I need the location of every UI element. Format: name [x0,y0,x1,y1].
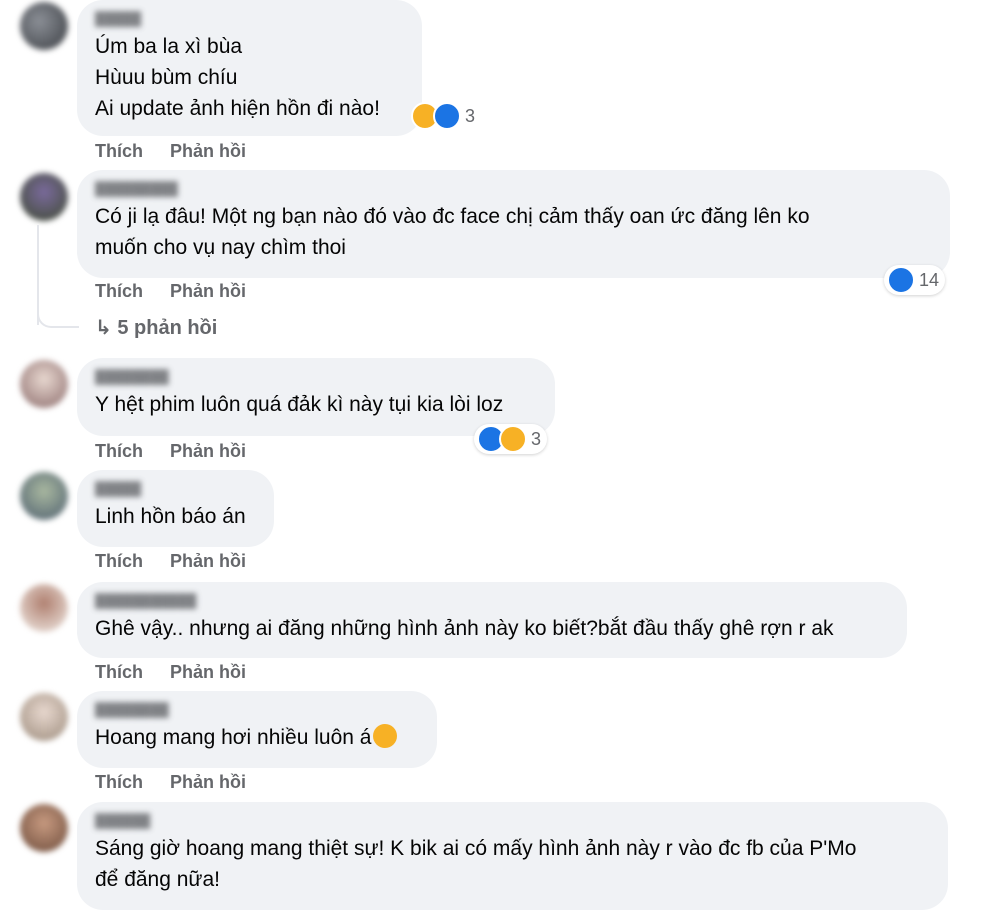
commenter-name[interactable]: ██████ [95,813,930,829]
sad-reaction-icon [499,425,527,453]
comment-bubble: █████ Úm ba la xì bùa Hùuu bùm chíu Ai u… [77,0,422,136]
thread-line-curve [37,290,79,328]
commenter-name[interactable]: █████ [95,11,404,27]
like-reaction-icon [433,102,461,130]
commenter-avatar[interactable] [20,360,68,408]
comment-text: Úm ba la xì bùa Hùuu bùm chíu Ai update … [95,35,380,120]
pleading-face-icon [373,724,398,748]
like-button[interactable]: Thích [95,441,143,461]
commenter-avatar[interactable] [20,693,68,741]
comment-bubble: █████████ Có ji lạ đâu! Một ng bạn nào đ… [77,170,950,278]
comment-text: Sáng giờ hoang mang thiệt sự! K bik ai c… [95,837,857,891]
reply-button[interactable]: Phản hồi [170,772,246,792]
comment-actions: Thích Phản hồi [95,141,268,162]
reply-button[interactable]: Phản hồi [170,441,246,461]
comment-actions: Thích Phản hồi [95,441,268,462]
commenter-name[interactable]: █████ [95,481,256,497]
comment-actions: Thích Phản hồi [95,772,268,793]
comment-text: Y hệt phim luôn quá đảk kì này tụi kia l… [95,393,504,416]
like-button[interactable]: Thích [95,141,143,161]
comment-actions: Thích Phản hồi [95,662,268,683]
commenter-avatar[interactable] [20,472,68,520]
commenter-avatar[interactable] [20,584,68,632]
like-button[interactable]: Thích [95,772,143,792]
comment-actions: Thích Phản hồi [95,551,268,572]
commenter-name[interactable]: ███████████ [95,593,889,609]
view-replies-link[interactable]: ↳ 5 phản hồi [95,315,217,340]
commenter-avatar[interactable] [20,2,68,50]
reply-button[interactable]: Phản hồi [170,281,246,301]
reaction-count: 14 [919,269,940,290]
comment-bubble: █████ Linh hồn báo án [77,470,274,547]
like-reaction-icon [887,266,915,294]
reaction-count: 3 [465,105,476,126]
reaction-summary[interactable]: 3 [408,101,481,131]
commenter-name[interactable]: █████████ [95,181,932,197]
comment-text: Ghê vậy.. nhưng ai đăng những hình ảnh n… [95,617,834,640]
commenter-avatar[interactable] [20,804,68,852]
commenter-avatar[interactable] [20,173,68,221]
reply-button[interactable]: Phản hồi [170,662,246,682]
comment-text: Hoang mang hơi nhiều luôn á [95,722,419,753]
like-button[interactable]: Thích [95,662,143,682]
reply-button[interactable]: Phản hồi [170,551,246,571]
commenter-name[interactable]: ████████ [95,369,537,385]
reply-arrow-icon: ↳ [95,317,112,339]
comment-text: Có ji lạ đâu! Một ng bạn nào đó vào đc f… [95,205,810,259]
reaction-summary[interactable]: 3 [474,424,548,454]
reply-button[interactable]: Phản hồi [170,141,246,161]
comment-bubble: ██████ Sáng giờ hoang mang thiệt sự! K b… [77,802,948,910]
reaction-summary[interactable]: 14 [884,265,946,295]
comment-text: Linh hồn báo án [95,505,246,528]
comment-bubble: ███████████ Ghê vậy.. nhưng ai đăng nhữn… [77,582,907,658]
reaction-count: 3 [531,428,542,449]
commenter-name[interactable]: ████████ [95,702,419,718]
like-button[interactable]: Thích [95,551,143,571]
like-button[interactable]: Thích [95,281,143,301]
comment-bubble: ████████ Hoang mang hơi nhiều luôn á [77,691,437,768]
comment-actions: Thích Phản hồi [95,281,268,302]
